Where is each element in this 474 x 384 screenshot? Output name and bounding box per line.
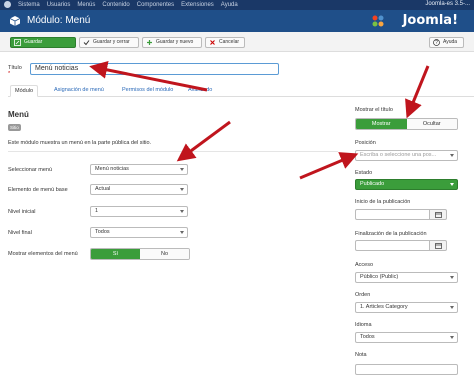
arrow-to-title — [89, 60, 208, 92]
arrow-to-show-title — [405, 65, 430, 119]
arrow-to-menu-select — [176, 120, 231, 162]
annotation-arrows — [89, 60, 430, 180]
arrow-to-position — [299, 152, 359, 180]
